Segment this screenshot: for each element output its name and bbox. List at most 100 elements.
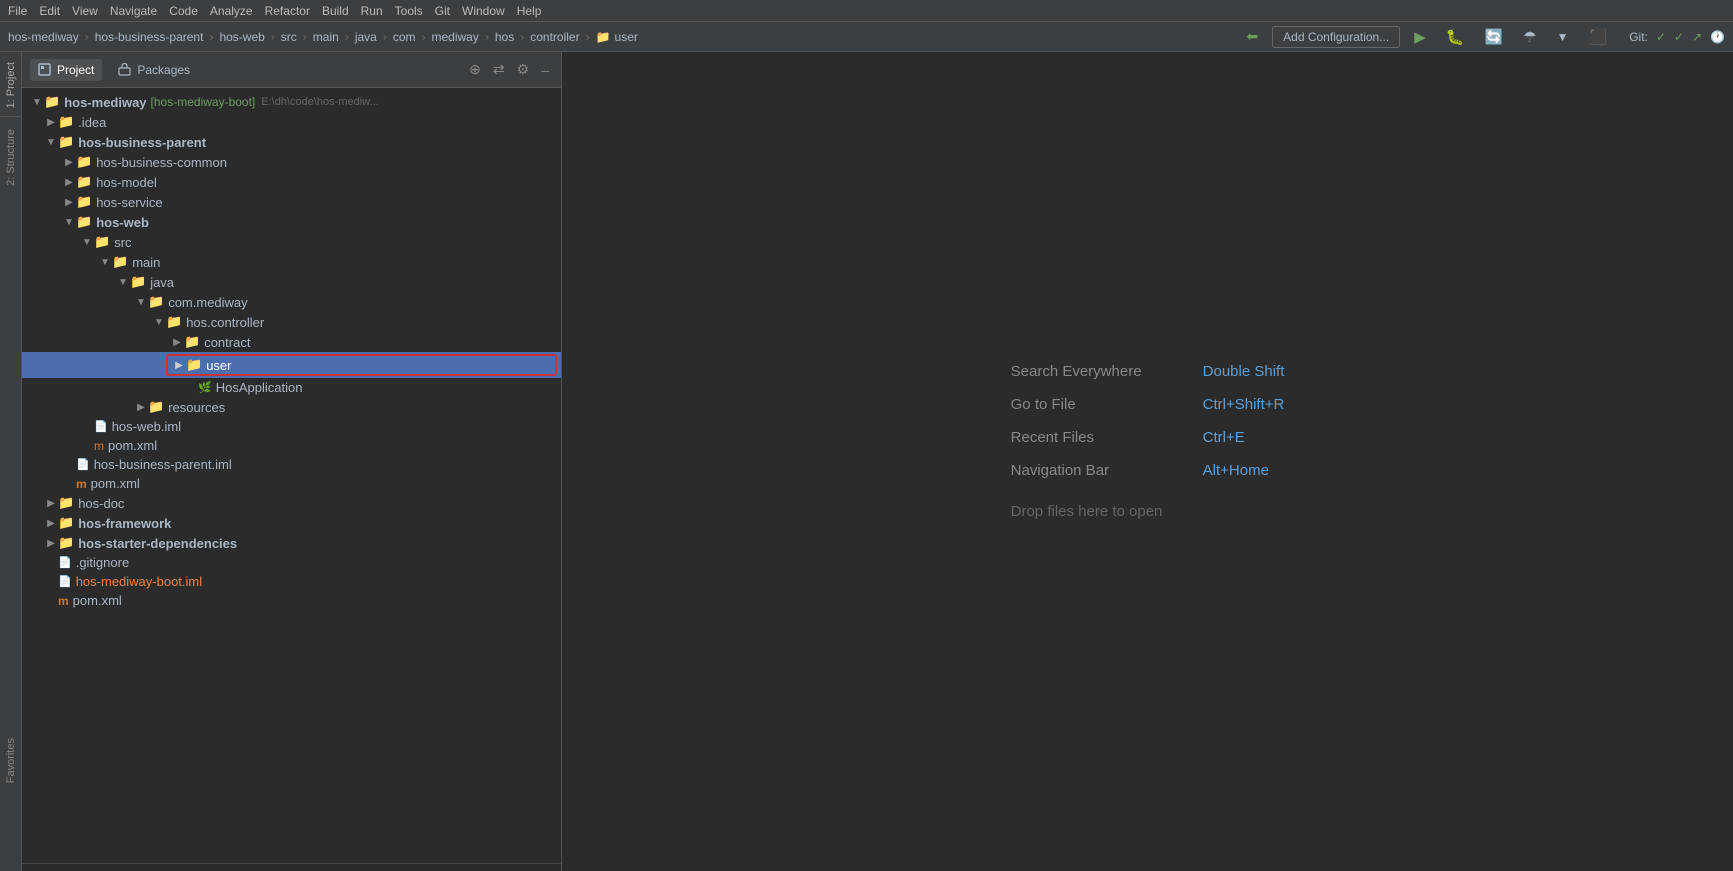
list-item[interactable]: 📁 hos-business-parent [22, 132, 561, 152]
sidebar-project-tab[interactable]: 1: Project [3, 54, 19, 116]
menu-build[interactable]: Build [322, 4, 349, 18]
arrow-icon [98, 257, 112, 268]
tab-project[interactable]: Project [30, 59, 102, 81]
breadcrumb-item[interactable]: com [393, 30, 416, 44]
list-item[interactable]: 📁 main [22, 252, 561, 272]
coverage-button[interactable]: ☂ [1517, 25, 1542, 49]
list-item[interactable]: m pom.xml [22, 474, 561, 493]
list-item[interactable]: 📁 java [22, 272, 561, 292]
folder-icon: 📁 [76, 194, 92, 210]
list-item[interactable]: 📁 hos-starter-dependencies [22, 533, 561, 553]
list-item[interactable]: 📁 hos-service [22, 192, 561, 212]
hint-drop-label: Drop files here to open [1011, 503, 1191, 520]
breadcrumb-sep: › [209, 30, 213, 44]
hint-goto-label: Go to File [1011, 396, 1191, 413]
gear-button[interactable]: ⚙ [513, 59, 534, 80]
git-check1: ✓ [1656, 30, 1666, 44]
run-button[interactable]: ▶ [1408, 25, 1432, 49]
git-clock: 🕐 [1710, 30, 1725, 44]
item-label: contract [204, 335, 250, 350]
menu-help[interactable]: Help [517, 4, 542, 18]
item-label: pom.xml [108, 438, 157, 453]
list-item[interactable]: m pom.xml [22, 436, 561, 455]
list-item[interactable]: 📁 resources [22, 397, 561, 417]
folder-icon: 📁 [148, 399, 164, 415]
breadcrumb-sep: › [520, 30, 524, 44]
menu-navigate[interactable]: Navigate [110, 4, 157, 18]
list-item[interactable]: 📄 .gitignore [22, 553, 561, 572]
list-item[interactable]: 📁 hos-framework [22, 513, 561, 533]
globe-button[interactable]: ⊕ [465, 59, 485, 80]
item-label: hos-service [96, 195, 162, 210]
hint-search-key: Double Shift [1203, 363, 1285, 380]
user-folder-item[interactable]: 📁 user [22, 352, 561, 378]
panel-header: Project Packages ⊕ ⇄ ⚙ – [22, 52, 561, 88]
arrow-icon [62, 197, 76, 208]
debug-button[interactable]: 🐛 [1440, 25, 1471, 49]
item-label: main [132, 255, 160, 270]
list-item[interactable]: 📁 hos-model [22, 172, 561, 192]
split-button[interactable]: ⇄ [489, 59, 509, 80]
sidebar-favorites-tab[interactable]: Favorites [3, 730, 19, 791]
hint-recent-label: Recent Files [1011, 429, 1191, 446]
list-item[interactable]: m pom.xml [22, 591, 561, 610]
tab-packages[interactable]: Packages [110, 59, 198, 81]
menu-file[interactable]: File [8, 4, 27, 18]
profile-button[interactable]: 🔄 [1478, 25, 1509, 49]
breadcrumb-item[interactable]: hos [495, 30, 514, 44]
breadcrumb-item[interactable]: hos-mediway [8, 30, 79, 44]
list-item[interactable]: 📁 hos-web [22, 212, 561, 232]
breadcrumb-item[interactable]: main [313, 30, 339, 44]
item-label: hos-web.iml [112, 419, 181, 434]
list-item[interactable]: 📁 src [22, 232, 561, 252]
breadcrumb-item[interactable]: hos-web [219, 30, 264, 44]
item-label: src [114, 235, 131, 250]
hint-search-label: Search Everywhere [1011, 363, 1191, 380]
menu-refactor[interactable]: Refactor [265, 4, 310, 18]
list-item[interactable]: 📁 .idea [22, 112, 561, 132]
add-configuration-button[interactable]: Add Configuration... [1272, 26, 1400, 48]
dropdown-button[interactable]: ▼ [1551, 27, 1575, 47]
stop-button[interactable]: ⬛ [1583, 25, 1614, 49]
list-item[interactable]: 📁 hos.controller [22, 312, 561, 332]
breadcrumb-user[interactable]: user [615, 30, 638, 44]
list-item[interactable]: 🌿 HosApplication [22, 378, 561, 397]
back-button[interactable]: ⬅ [1240, 25, 1264, 48]
folder-blue-icon: 📁 [130, 274, 146, 290]
breadcrumb-sep: › [485, 30, 489, 44]
list-item[interactable]: 📁 hos-doc [22, 493, 561, 513]
user-folder-label: user [206, 358, 231, 373]
list-item[interactable]: 📄 hos-mediway-boot.iml [22, 572, 561, 591]
folder-icon: 📁 [184, 334, 200, 350]
menu-tools[interactable]: Tools [395, 4, 423, 18]
menu-view[interactable]: View [72, 4, 98, 18]
list-item[interactable]: 📁 hos-business-common [22, 152, 561, 172]
root-label: hos-mediway [64, 95, 146, 110]
breadcrumb-item[interactable]: controller [530, 30, 579, 44]
item-label: hos-framework [78, 516, 171, 531]
menu-run[interactable]: Run [361, 4, 383, 18]
file-tree[interactable]: 📁 hos-mediway [hos-mediway-boot] E:\dh\c… [22, 88, 561, 863]
arrow-icon [152, 317, 166, 328]
list-item[interactable]: 📄 hos-web.iml [22, 417, 561, 436]
list-item[interactable]: 📁 com.mediway [22, 292, 561, 312]
menu-edit[interactable]: Edit [39, 4, 60, 18]
panel-scrollbar[interactable] [22, 863, 561, 871]
git-arrow: ↗ [1692, 30, 1702, 44]
menu-window[interactable]: Window [462, 4, 505, 18]
breadcrumb-item[interactable]: java [355, 30, 377, 44]
item-label: hos-web [96, 215, 149, 230]
breadcrumb-item[interactable]: hos-business-parent [95, 30, 204, 44]
list-item[interactable]: 📄 hos-business-parent.iml [22, 455, 561, 474]
minimize-button[interactable]: – [537, 59, 553, 80]
menu-code[interactable]: Code [169, 4, 198, 18]
menu-git[interactable]: Git [435, 4, 450, 18]
list-item[interactable]: 📁 contract [22, 332, 561, 352]
breadcrumb-item[interactable]: mediway [432, 30, 479, 44]
menu-analyze[interactable]: Analyze [210, 4, 253, 18]
sidebar-structure-tab[interactable]: 2: Structure [3, 121, 19, 194]
breadcrumb-item[interactable]: src [281, 30, 297, 44]
git-label: Git: [1629, 30, 1648, 44]
xml-icon: m [76, 477, 87, 491]
tree-root[interactable]: 📁 hos-mediway [hos-mediway-boot] E:\dh\c… [22, 92, 561, 112]
